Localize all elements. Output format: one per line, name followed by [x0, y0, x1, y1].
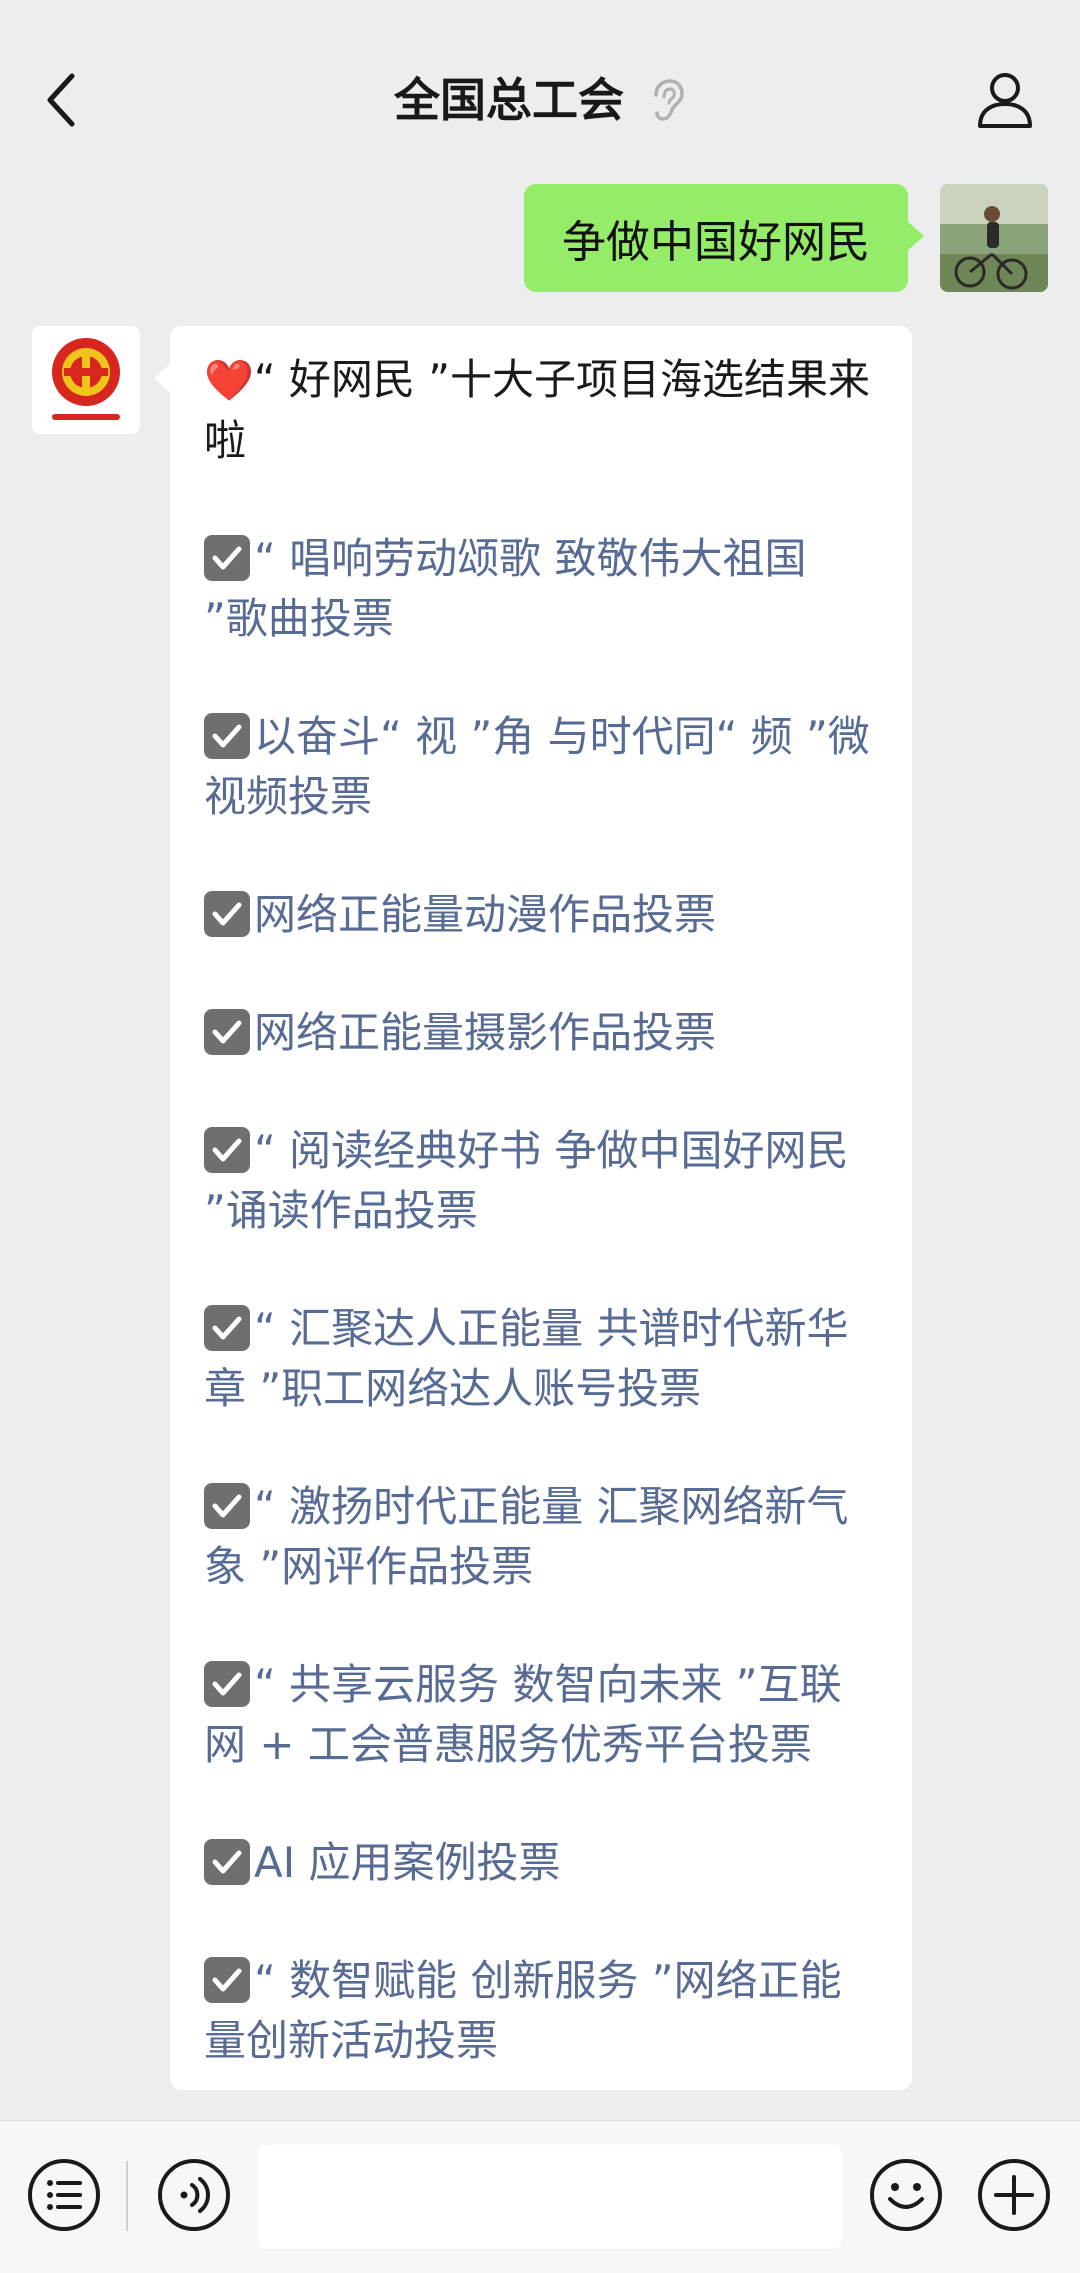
checkbox-icon	[204, 1957, 250, 2003]
vote-item-text: AI 应用案例投票	[254, 1838, 561, 1887]
heart-icon: ❤️	[204, 358, 254, 404]
union-logo	[52, 338, 120, 420]
vote-item-text: 网络正能量动漫作品投票	[254, 890, 717, 939]
smiley-icon	[870, 2159, 942, 2231]
vote-item-text: “ 唱响劳动颂歌 致敬伟大祖国 ”歌曲投票	[204, 534, 807, 643]
menu-button[interactable]	[26, 2157, 102, 2233]
sent-message-bubble[interactable]: 争做中国好网民	[524, 184, 924, 292]
input-bar	[0, 2120, 1080, 2273]
emoji-button[interactable]	[868, 2157, 944, 2233]
vote-item-text: “ 激扬时代正能量 汇聚网络新气象 ”网评作品投票	[204, 1482, 849, 1591]
voice-icon	[158, 2159, 230, 2231]
headline-text: “ 好网民 ”十大子项目海选结果来啦	[204, 355, 871, 465]
plus-icon	[978, 2159, 1050, 2231]
vote-item[interactable]: “ 共享云服务 数智向未来 ”互联网 + 工会普惠服务优秀平台投票	[204, 1655, 882, 1775]
message-headline: ❤️“ 好网民 ”十大子项目海选结果来啦	[204, 350, 882, 471]
divider	[126, 2161, 128, 2231]
my-avatar[interactable]	[940, 184, 1048, 292]
ear-icon	[654, 79, 684, 121]
checkbox-icon	[204, 1839, 250, 1885]
vote-item-text: 网络正能量摄影作品投票	[254, 1008, 717, 1057]
checkbox-icon	[204, 1661, 250, 1707]
vote-item[interactable]: “ 阅读经典好书 争做中国好网民 ”诵读作品投票	[204, 1121, 882, 1241]
cyclist-avatar-image	[940, 184, 1048, 292]
checkbox-icon	[204, 1305, 250, 1351]
account-avatar[interactable]	[32, 326, 140, 434]
vote-item[interactable]: 网络正能量摄影作品投票	[204, 1003, 882, 1063]
list-menu-icon	[28, 2159, 100, 2231]
more-button[interactable]	[976, 2157, 1052, 2233]
person-icon	[978, 73, 1032, 128]
vote-item[interactable]: “ 数智赋能 创新服务 ”网络正能量创新活动投票	[204, 1951, 882, 2071]
checkbox-icon	[204, 1483, 250, 1529]
title-area: 全国总工会	[0, 62, 1080, 132]
message-input[interactable]	[258, 2145, 842, 2249]
vote-item-list: “ 唱响劳动颂歌 致敬伟大祖国 ”歌曲投票 以奋斗“ 视 ”角 与时代同“ 频 …	[204, 529, 882, 2071]
checkbox-icon	[204, 713, 250, 759]
checkbox-icon	[204, 1127, 250, 1173]
vote-item[interactable]: “ 唱响劳动颂歌 致敬伟大祖国 ”歌曲投票	[204, 529, 882, 649]
profile-button[interactable]	[970, 64, 1040, 134]
top-bar: 全国总工会	[0, 0, 1080, 190]
checkbox-icon	[204, 1009, 250, 1055]
chat-title: 全国总工会	[394, 73, 624, 127]
checkbox-icon	[204, 535, 250, 581]
sent-message-text: 争做中国好网民	[562, 217, 870, 268]
checkbox-icon	[204, 891, 250, 937]
vote-item[interactable]: AI 应用案例投票	[204, 1833, 882, 1893]
vote-item[interactable]: 网络正能量动漫作品投票	[204, 885, 882, 945]
vote-item-text: 以奋斗“ 视 ”角 与时代同“ 频 ”微视频投票	[204, 712, 870, 821]
vote-item-text: “ 共享云服务 数智向未来 ”互联网 + 工会普惠服务优秀平台投票	[204, 1660, 842, 1769]
vote-item[interactable]: “ 激扬时代正能量 汇聚网络新气象 ”网评作品投票	[204, 1477, 882, 1597]
vote-item[interactable]: “ 汇聚达人正能量 共谱时代新华章 ”职工网络达人账号投票	[204, 1299, 882, 1419]
vote-item-text: “ 汇聚达人正能量 共谱时代新华章 ”职工网络达人账号投票	[204, 1304, 849, 1413]
received-message-bubble[interactable]: ❤️“ 好网民 ”十大子项目海选结果来啦 “ 唱响劳动颂歌 致敬伟大祖国 ”歌曲…	[154, 326, 912, 2090]
vote-item-text: “ 阅读经典好书 争做中国好网民 ”诵读作品投票	[204, 1126, 849, 1235]
vote-item[interactable]: 以奋斗“ 视 ”角 与时代同“ 频 ”微视频投票	[204, 707, 882, 827]
voice-button[interactable]	[156, 2157, 232, 2233]
vote-item-text: “ 数智赋能 创新服务 ”网络正能量创新活动投票	[204, 1956, 842, 2065]
